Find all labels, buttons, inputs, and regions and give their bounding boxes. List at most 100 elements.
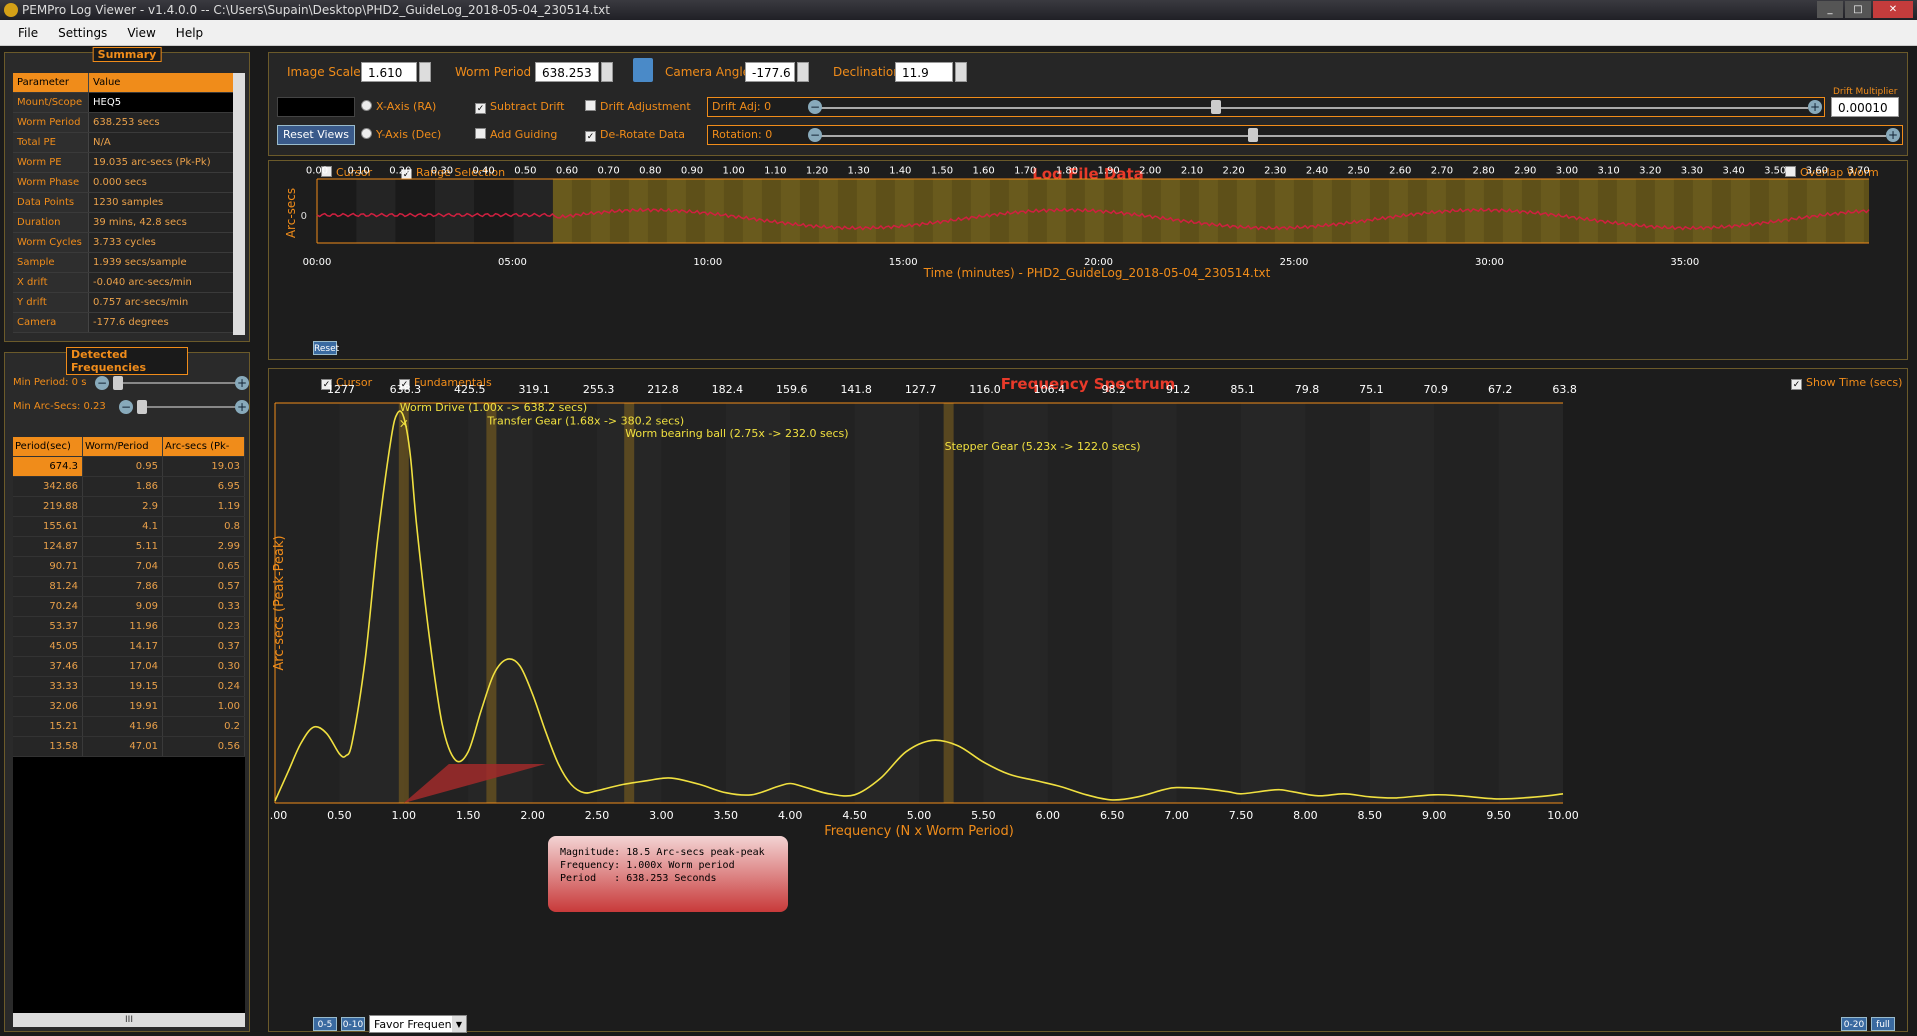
- param-header[interactable]: Parameter: [13, 73, 89, 92]
- plus-icon[interactable]: +: [1886, 128, 1900, 142]
- frequency-row[interactable]: 155.61 4.1 0.8: [13, 517, 245, 537]
- calculator-icon[interactable]: [633, 58, 653, 82]
- period-header[interactable]: Period(sec): [13, 437, 83, 456]
- frequency-row[interactable]: 45.05 14.17 0.37: [13, 637, 245, 657]
- summary-row[interactable]: Sample Interv.1.939 secs/sample: [13, 253, 237, 288]
- chevron-down-icon[interactable]: ▼: [452, 1016, 466, 1032]
- image-scale-spinner[interactable]: [419, 62, 431, 82]
- summary-row[interactable]: Data Points 1230 samples: [13, 193, 237, 213]
- summary-row[interactable]: X drift -0.040 arc-secs/min: [13, 273, 237, 293]
- app-icon: [4, 3, 18, 17]
- favor-frequency-select[interactable]: Favor Frequency ▼: [369, 1015, 467, 1033]
- log-chart[interactable]: 0.00 0.10 0.20 0.30 0.40 0.50 0.60 0.70 0.80 0.90…: [269, 161, 1909, 361]
- range-full-button[interactable]: full: [1871, 1017, 1895, 1031]
- summary-scrollbar[interactable]: [233, 73, 245, 335]
- worm-period-input[interactable]: 638.253: [535, 62, 599, 82]
- drift-adj-slider[interactable]: Drift Adj: 0 − +: [707, 97, 1825, 117]
- y-axis-radio[interactable]: Y-Axis (Dec): [361, 127, 441, 143]
- range-0-20-button[interactable]: 0-20: [1841, 1017, 1867, 1031]
- menu-file[interactable]: File: [8, 26, 48, 40]
- frequency-row[interactable]: 70.24 9.09 0.33: [13, 597, 245, 617]
- slider-track[interactable]: [812, 107, 1808, 109]
- slider-knob[interactable]: [137, 400, 147, 414]
- worm-period-spinner[interactable]: [601, 62, 613, 82]
- summary-row[interactable]: Mount/Scope HEQ5: [13, 93, 237, 113]
- frequency-row[interactable]: 674.3 0.95 19.03: [13, 457, 245, 477]
- camera-angle-input[interactable]: -177.6: [745, 62, 795, 82]
- frequency-row[interactable]: 81.24 7.86 0.57: [13, 577, 245, 597]
- plus-icon[interactable]: +: [235, 376, 249, 390]
- minus-icon[interactable]: −: [808, 100, 822, 114]
- summary-row[interactable]: Worm Phase 0.000 secs: [13, 173, 237, 193]
- summary-row[interactable]: Y drift 0.757 arc-secs/min: [13, 293, 237, 313]
- scroll-grip[interactable]: III: [125, 1015, 133, 1025]
- frequency-row[interactable]: 33.33 19.15 0.24: [13, 677, 245, 697]
- subtract-drift-checkbox[interactable]: ✓ Subtract Drift: [475, 99, 564, 115]
- summary-param: Y drift: [13, 293, 89, 312]
- min-period-slider[interactable]: Min Period: 0 s − +: [13, 373, 249, 393]
- summary-row[interactable]: Worm PE 19.035 arc-secs (Pk-Pk): [13, 153, 237, 173]
- plus-icon[interactable]: +: [235, 400, 249, 414]
- log-stripe: [856, 179, 876, 243]
- frequency-row[interactable]: 124.87 5.11 2.99: [13, 537, 245, 557]
- log-stripe: [742, 179, 762, 243]
- close-button[interactable]: ✕: [1873, 1, 1913, 18]
- declination-spinner[interactable]: [955, 62, 967, 82]
- slider-knob[interactable]: [1248, 128, 1258, 142]
- summary-row[interactable]: Total PE N/A: [13, 133, 237, 153]
- slider-knob[interactable]: [1211, 100, 1221, 114]
- summary-row[interactable]: Duration 39 mins, 42.8 secs: [13, 213, 237, 233]
- x-axis-radio[interactable]: X-Axis (RA): [361, 99, 436, 115]
- frequency-row[interactable]: 13.58 47.01 0.56: [13, 737, 245, 757]
- value-header[interactable]: Value: [89, 73, 237, 92]
- minimize-button[interactable]: _: [1817, 1, 1843, 18]
- slider-knob[interactable]: [113, 376, 123, 390]
- frequency-row[interactable]: 37.46 17.04 0.30: [13, 657, 245, 677]
- add-guiding-checkbox[interactable]: Add Guiding: [475, 127, 557, 143]
- drift-adjustment-checkbox[interactable]: Drift Adjustment: [585, 99, 691, 115]
- min-arcsecs-slider[interactable]: Min Arc-Secs: 0.23 − +: [13, 397, 249, 417]
- minus-icon[interactable]: −: [95, 376, 109, 390]
- minus-icon[interactable]: −: [808, 128, 822, 142]
- frequency-row[interactable]: 342.86 1.86 6.95: [13, 477, 245, 497]
- menu-view[interactable]: View: [117, 26, 165, 40]
- spectrum-band: [1112, 403, 1177, 803]
- slider-track[interactable]: [139, 406, 235, 408]
- derotate-checkbox[interactable]: ✓ De-Rotate Data: [585, 127, 685, 143]
- summary-row[interactable]: Worm Period 638.253 secs: [13, 113, 237, 133]
- camera-angle-spinner[interactable]: [797, 62, 809, 82]
- slider-track[interactable]: [123, 382, 235, 384]
- frequency-hscrollbar[interactable]: III: [13, 1013, 245, 1027]
- frequency-row[interactable]: 32.06 19.91 1.00: [13, 697, 245, 717]
- log-stripe: [932, 179, 952, 243]
- frequency-row[interactable]: 53.37 11.96 0.23: [13, 617, 245, 637]
- worm-period-header[interactable]: Worm/Period: [83, 437, 163, 456]
- reset-views-button[interactable]: Reset Views: [277, 125, 355, 145]
- cycle-tick-label: 2.30: [1264, 165, 1286, 176]
- arcsecs-header[interactable]: Arc-secs (Pk-Pk): [163, 437, 245, 456]
- minus-icon[interactable]: −: [119, 400, 133, 414]
- declination-input[interactable]: 11.9: [895, 62, 953, 82]
- frequency-row[interactable]: 90.71 7.04 0.65: [13, 557, 245, 577]
- image-scale-input[interactable]: 1.610: [361, 62, 417, 82]
- summary-title: Summary: [92, 47, 162, 62]
- maximize-button[interactable]: □: [1845, 1, 1871, 18]
- menu-help[interactable]: Help: [166, 26, 213, 40]
- plus-icon[interactable]: +: [1808, 100, 1822, 114]
- range-0-10-button[interactable]: 0-10: [341, 1017, 365, 1031]
- frequency-row[interactable]: 219.88 2.9 1.19: [13, 497, 245, 517]
- range-0-5-button[interactable]: 0-5: [313, 1017, 337, 1031]
- summary-value: 638.253 secs: [89, 113, 237, 132]
- log-stripe: [1388, 179, 1408, 243]
- spectrum-band: [1241, 403, 1306, 803]
- spectrum-chart[interactable]: 0.01.02.03.04.05.06.07.08.09.010.011.012…: [269, 369, 1909, 1033]
- log-reset-button[interactable]: Reset: [313, 341, 339, 355]
- rotation-slider[interactable]: Rotation: 0 − +: [707, 125, 1903, 145]
- summary-row[interactable]: Camera -177.6 degrees: [13, 313, 237, 333]
- menu-settings[interactable]: Settings: [48, 26, 117, 40]
- drift-multiplier-input[interactable]: 0.00010: [1831, 97, 1899, 117]
- slider-track[interactable]: [812, 135, 1886, 137]
- summary-row[interactable]: Worm Cycles 3.733 cycles: [13, 233, 237, 253]
- frequency-row[interactable]: 15.21 41.96 0.2: [13, 717, 245, 737]
- top-tick-label: 638.3: [390, 383, 422, 396]
